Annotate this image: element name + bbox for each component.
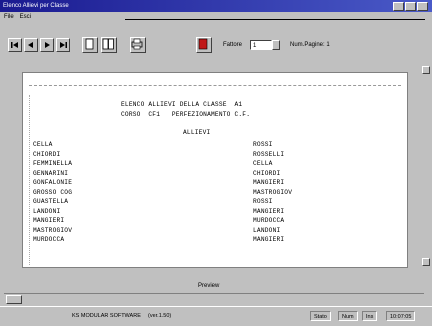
student-name: FEMMINELLA <box>33 160 73 167</box>
student-name: GROSSO COG <box>33 188 73 196</box>
page-top-margin-line <box>29 85 401 86</box>
prev-page-icon <box>28 42 33 48</box>
student-name: MANGIERI <box>253 236 285 243</box>
preview-status: Preview <box>0 280 432 292</box>
vertical-scrollbar[interactable] <box>422 66 430 266</box>
report-subheading: CORSO CF1 PERFEZIONAMENTO C.F. <box>121 111 251 118</box>
window-controls <box>393 2 428 11</box>
preview-label: Preview <box>198 283 220 289</box>
single-page-button[interactable] <box>82 37 98 53</box>
door-exit-icon <box>198 38 208 50</box>
version-label: (ver.1.50) <box>148 313 172 319</box>
student-name: MURDOCCA <box>33 236 65 243</box>
close-preview-button[interactable] <box>196 37 212 53</box>
page-left-margin-line <box>29 95 30 265</box>
student-name: CHIORDI <box>33 150 61 158</box>
student-name: LANDONI <box>253 226 281 234</box>
first-page-icon <box>11 42 18 48</box>
next-page-button[interactable] <box>40 38 54 52</box>
last-page-icon <box>60 42 67 48</box>
fattore-input[interactable]: 1 <box>250 40 272 50</box>
title-bar: Elenco Allievi per Classe <box>0 0 432 12</box>
prev-page-button[interactable] <box>24 38 38 52</box>
maximize-button[interactable] <box>405 2 416 11</box>
print-button[interactable] <box>130 37 146 53</box>
student-name: ROSSI <box>253 141 273 148</box>
menu-item-esci[interactable]: Esci <box>20 14 31 20</box>
student-name: GENNARINI <box>33 169 69 177</box>
fattore-label: Fattore <box>223 42 243 48</box>
status-cell-num: Num <box>338 311 358 321</box>
scroll-thumb[interactable] <box>6 295 22 304</box>
student-name: MANGIERI <box>253 179 285 186</box>
printer-icon <box>131 38 143 50</box>
student-name: GONFALONIE <box>33 179 73 186</box>
student-name: CELLA <box>253 160 273 167</box>
student-name: MANGIERI <box>33 217 65 224</box>
company-name: KS MODULAR SOFTWARE <box>72 313 141 319</box>
fattore-spinner[interactable] <box>272 40 280 50</box>
toolbar: Fattore 1 Num.Pagine: 1 <box>0 30 432 56</box>
two-pages-icon <box>102 38 114 50</box>
student-name: CELLA <box>33 141 53 148</box>
student-name: CHIORDI <box>253 169 281 177</box>
student-name: MASTROGIOV <box>253 188 293 196</box>
two-pages-button[interactable] <box>101 37 117 53</box>
menu-item-file[interactable]: File <box>4 14 14 20</box>
window-title: Elenco Allievi per Classe <box>3 3 69 9</box>
close-button[interactable] <box>417 2 428 11</box>
next-page-icon <box>45 42 50 48</box>
student-name: LANDONI <box>33 207 61 215</box>
status-cell-ins: Ins <box>362 311 378 321</box>
status-cell-clock: 10:07:05 <box>386 311 416 321</box>
section-title: ALLIEVI <box>183 129 211 136</box>
student-name: GUASTELLA <box>33 198 69 205</box>
status-bar: KS MODULAR SOFTWARE (ver.1.50) Stato Num… <box>0 306 432 326</box>
status-cell-stato: Stato <box>310 311 331 321</box>
scroll-down-button[interactable] <box>422 258 430 266</box>
single-page-icon <box>85 38 94 50</box>
minimize-button[interactable] <box>393 2 404 11</box>
document-page: ELENCO ALLIEVI DELLA CLASSE A1 CORSO CF1… <box>22 72 408 268</box>
first-page-button[interactable] <box>8 38 22 52</box>
student-name: ROSSELLI <box>253 150 285 158</box>
report-heading: ELENCO ALLIEVI DELLA CLASSE A1 <box>121 101 243 108</box>
student-name: MASTROGIOV <box>33 226 73 234</box>
student-name: MURDOCCA <box>253 217 285 224</box>
student-name: ROSSI <box>253 198 273 205</box>
page-count-label: Num.Pagine: 1 <box>290 42 330 48</box>
menu-bar: File Esci <box>0 12 432 22</box>
horizontal-scrollbar[interactable] <box>4 293 424 304</box>
menu-divider <box>125 19 425 20</box>
preview-area: ELENCO ALLIEVI DELLA CLASSE A1 CORSO CF1… <box>14 66 418 268</box>
student-name: MANGIERI <box>253 207 285 215</box>
last-page-button[interactable] <box>56 38 70 52</box>
scroll-up-button[interactable] <box>422 66 430 74</box>
